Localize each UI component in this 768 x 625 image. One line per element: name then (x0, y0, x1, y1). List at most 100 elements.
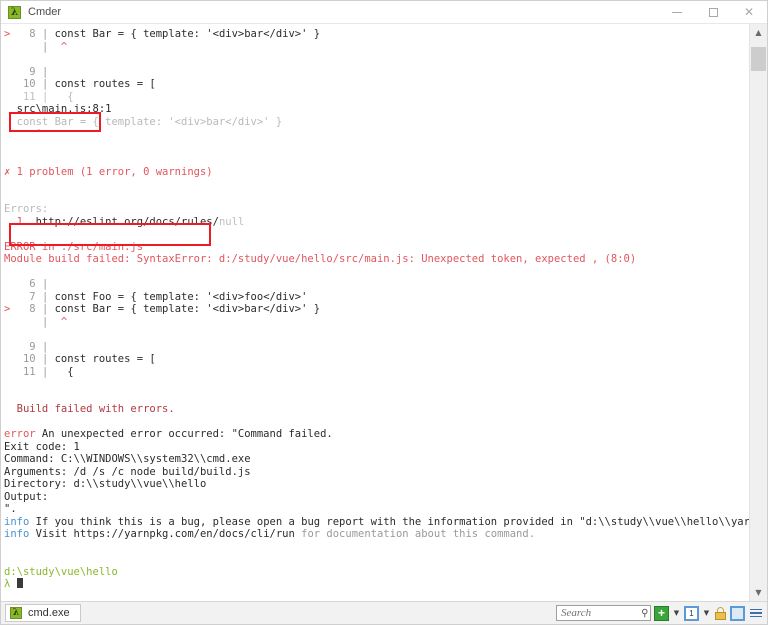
prompt-symbol: λ (4, 578, 17, 590)
terminal-line: info If you think this is a bug, please … (1, 516, 749, 529)
terminal-text: const routes = [ (54, 78, 156, 90)
terminal-line: Build failed with errors. (1, 403, 749, 416)
maximize-icon (708, 7, 718, 17)
hamburger-menu-icon[interactable] (748, 606, 763, 621)
terminal-line: Errors: (1, 203, 749, 216)
terminal-text: | (41, 290, 55, 303)
terminal-line: 10 | const routes = [ (1, 78, 749, 91)
terminal-text: for documentation about this command. (301, 528, 536, 540)
terminal-text: 11 (4, 90, 42, 103)
terminal-text: An unexpected error occurred: "Command f… (35, 428, 333, 440)
terminal-text: info (4, 528, 30, 540)
terminal-line: ". (1, 503, 749, 516)
close-button[interactable]: ✕ (731, 1, 767, 23)
scrollbar-thumb[interactable] (751, 47, 766, 71)
search-input[interactable] (561, 607, 635, 619)
terminal-text: | (41, 65, 49, 78)
terminal-line: 10 | const routes = [ (1, 353, 749, 366)
terminal-line: > 8 | const Bar = { template: '<div>bar<… (1, 28, 749, 41)
terminal-output[interactable]: > 8 | const Bar = { template: '<div>bar<… (1, 24, 749, 601)
terminal-text: Command: C:\\WINDOWS\\system32\\cmd.exe (4, 453, 251, 465)
terminal-area: > 8 | const Bar = { template: '<div>bar<… (1, 24, 767, 601)
terminal-line: src\main.js:8:1 (1, 103, 749, 116)
title-bar-left: λ Cmder (1, 5, 62, 19)
terminal-text: | (41, 78, 55, 90)
terminal-text: | (41, 28, 55, 40)
terminal-line: 6 | (1, 278, 749, 291)
status-bar: λ cmd.exe ⚲ + ▼ 1 ▼ (1, 601, 767, 624)
terminal-text: | (41, 90, 55, 103)
terminal-text: | (41, 353, 55, 365)
terminal-text: | (41, 278, 49, 290)
terminal-text: 10 (4, 353, 42, 365)
terminal-text: 9 (4, 340, 42, 353)
terminal-line: ✗ 1 problem (1 error, 0 warnings) (1, 166, 749, 179)
terminal-scrollbar[interactable]: ▲ ▼ (749, 24, 767, 601)
terminal-text: Errors: (4, 203, 49, 215)
window-controls: ✕ (659, 1, 767, 23)
terminal-text: 7 (4, 290, 42, 303)
terminal-line: | ^ (1, 316, 749, 329)
maximize-button[interactable] (695, 1, 731, 23)
terminal-line: 1 http://eslint.org/docs/rules/null (1, 216, 749, 229)
terminal-line: d:\study\vue\hello (1, 566, 749, 579)
terminal-text: | (41, 365, 55, 378)
new-console-chevron-down-icon[interactable]: ▼ (672, 606, 681, 621)
lock-icon[interactable] (714, 606, 727, 620)
terminal-text: const Bar = { template: '<div>bar</div>'… (4, 115, 283, 128)
window-icon[interactable] (730, 605, 745, 621)
scroll-up-arrow[interactable]: ▲ (750, 24, 767, 41)
terminal-text: 11 (4, 365, 42, 378)
terminal-text: const Bar = { template: '<div>bar</div>'… (54, 303, 321, 315)
console-list-chevron-down-icon[interactable]: ▼ (702, 606, 711, 621)
text-cursor (16, 578, 23, 588)
terminal-text: Build failed with errors. (4, 403, 175, 415)
terminal-text: 8 (10, 303, 42, 315)
terminal-line: 11 | { (1, 91, 749, 104)
window-title: Cmder (28, 6, 62, 18)
status-bar-controls: ⚲ + ▼ 1 ▼ (556, 605, 763, 621)
terminal-line: ^ (1, 128, 749, 141)
terminal-text: Output: (4, 490, 49, 503)
prompt-line[interactable]: λ (1, 578, 749, 591)
terminal-line: 7 | const Foo = { template: '<div>foo</d… (1, 291, 749, 304)
terminal-text: const Foo = { template: '<div>foo</div>' (54, 290, 308, 303)
terminal-text: If you think this is a bug, please open … (35, 515, 749, 528)
terminal-text: 10 (4, 78, 42, 90)
terminal-text: const routes = [ (54, 353, 156, 365)
terminal-line: 9 | (1, 66, 749, 79)
terminal-text: src\main.js:8:1 (4, 103, 112, 115)
terminal-line: Output: (1, 491, 749, 504)
terminal-text: { (54, 90, 74, 103)
scroll-down-arrow[interactable]: ▼ (750, 584, 767, 601)
terminal-text: 8 (10, 28, 42, 40)
active-console-button[interactable]: 1 (684, 605, 699, 621)
terminal-line: Exit code: 1 (1, 441, 749, 454)
tab-cmd-exe[interactable]: λ cmd.exe (5, 604, 81, 622)
terminal-text: const Bar = { template: '<div>bar</div>'… (54, 28, 321, 40)
terminal-line: 11 | { (1, 366, 749, 379)
terminal-line: Module build failed: SyntaxError: d:/stu… (1, 253, 749, 266)
terminal-text: Directory: d:\\study\\vue\\hello (4, 478, 207, 490)
new-console-button[interactable]: + (654, 605, 669, 621)
terminal-text: Exit code: 1 (4, 440, 80, 453)
search-box[interactable]: ⚲ (556, 605, 651, 621)
scrollbar-track[interactable] (750, 41, 767, 584)
terminal-text: Arguments: /d /s /c node build/build.js (4, 465, 251, 478)
terminal-text: | (41, 303, 55, 315)
minimize-button[interactable] (659, 1, 695, 23)
terminal-line: const Bar = { template: '<div>bar</div>'… (1, 116, 749, 129)
search-icon: ⚲ (640, 607, 648, 619)
terminal-text: | (41, 315, 55, 328)
